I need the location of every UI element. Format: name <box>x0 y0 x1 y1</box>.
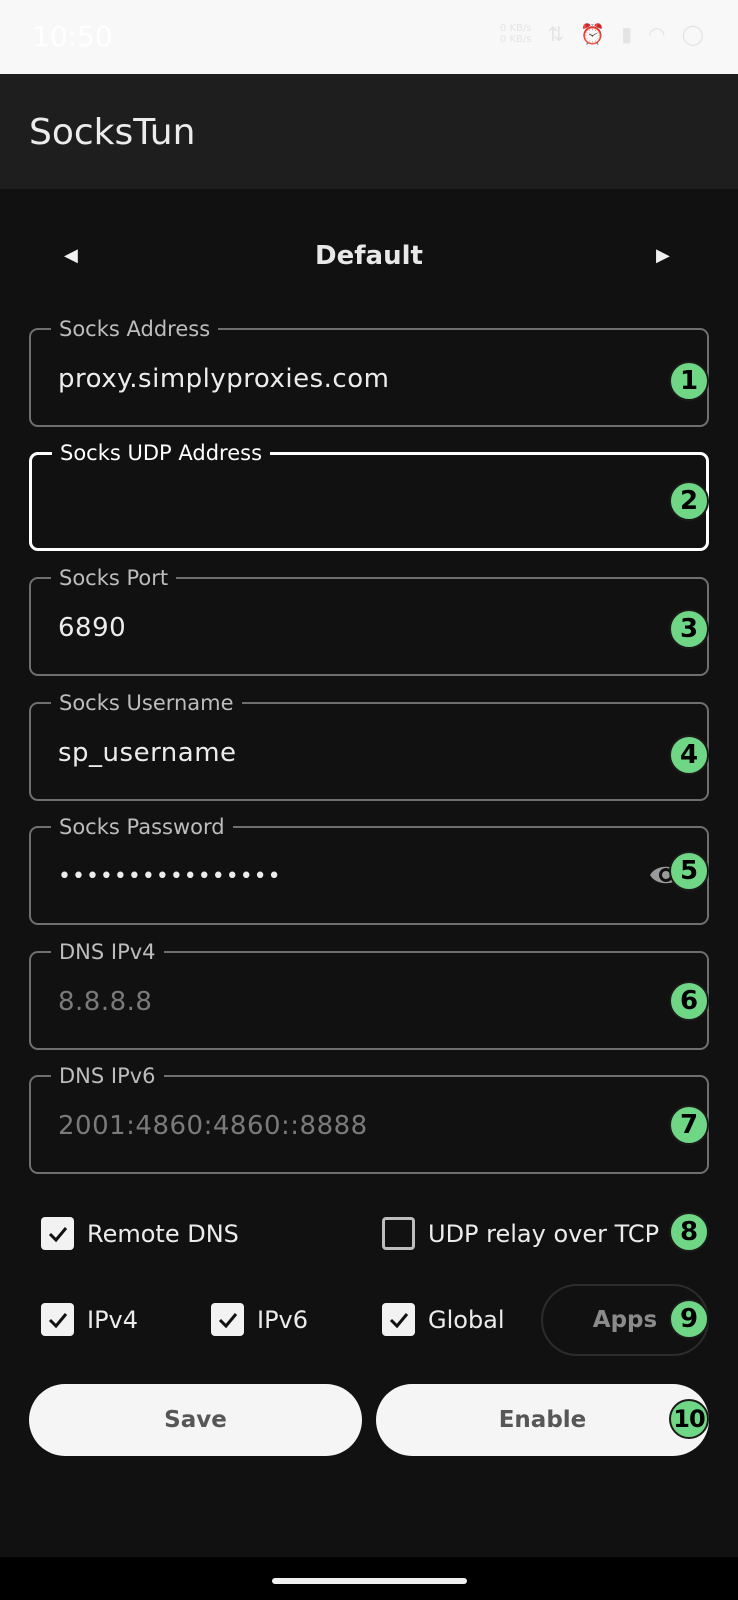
app-title: SocksTun <box>29 112 196 153</box>
dns-ipv6-label: DNS IPv6 <box>51 1063 164 1089</box>
socks-username-label: Socks Username <box>51 690 242 716</box>
dns-ipv6-placeholder: 2001:4860:4860::8888 <box>58 1111 368 1141</box>
data-transfer-icon: ⇅ <box>547 22 565 46</box>
udp-relay-option[interactable]: UDP relay over TCP <box>382 1217 659 1250</box>
annotation-badge-4: 4 <box>669 735 709 775</box>
dns-ipv4-label: DNS IPv4 <box>51 939 164 965</box>
udp-relay-label: UDP relay over TCP <box>428 1219 660 1248</box>
alarm-icon: ⏰ <box>580 22 606 46</box>
dns-ipv4-placeholder: 8.8.8.8 <box>58 987 153 1017</box>
status-bar: 10:50 0 KB/s 0 KB/s ⇅ ⏰ ▮ ◠ ◯ <box>0 0 738 74</box>
socks-username-field[interactable]: Socks Username sp_username <box>29 690 709 801</box>
ipv4-option[interactable]: IPv4 <box>41 1303 138 1336</box>
home-gesture-handle[interactable] <box>272 1578 467 1584</box>
annotation-badge-8: 8 <box>669 1212 709 1252</box>
dns-ipv4-field[interactable]: DNS IPv4 8.8.8.8 <box>29 939 709 1050</box>
status-icons: 0 KB/s 0 KB/s ⇅ ⏰ ▮ ◠ ◯ <box>500 22 704 46</box>
battery-icon: ◯ <box>681 22 704 46</box>
ipv6-option[interactable]: IPv6 <box>211 1303 308 1336</box>
ipv4-label: IPv4 <box>87 1305 139 1334</box>
global-option[interactable]: Global <box>382 1303 505 1336</box>
checkmark-icon <box>48 1312 67 1328</box>
socks-udp-address-label: Socks UDP Address <box>52 440 271 466</box>
checkmark-icon <box>389 1312 408 1328</box>
ipv6-checkbox[interactable] <box>211 1303 244 1336</box>
annotation-badge-10: 10 <box>669 1399 709 1439</box>
net-speed-down: 0 KB/s <box>499 34 532 45</box>
annotation-badge-9: 9 <box>669 1299 709 1339</box>
system-navigation-bar <box>0 1557 738 1600</box>
dns-ipv6-field[interactable]: DNS IPv6 2001:4860:4860::8888 <box>29 1063 709 1174</box>
socks-password-label: Socks Password <box>51 814 233 840</box>
annotation-badge-1: 1 <box>669 361 709 401</box>
ipv4-checkbox[interactable] <box>41 1303 74 1336</box>
checkmark-icon <box>48 1226 67 1242</box>
ipv6-label: IPv6 <box>257 1305 309 1334</box>
socks-udp-address-field[interactable]: Socks UDP Address <box>29 440 709 551</box>
remote-dns-option[interactable]: Remote DNS <box>41 1217 239 1250</box>
socks-username-value: sp_username <box>58 738 237 768</box>
socks-address-value: proxy.simplyproxies.com <box>58 364 390 394</box>
socks-password-field[interactable]: Socks Password •••••••••••••••• <box>29 814 709 925</box>
annotation-badge-3: 3 <box>669 609 709 649</box>
global-label: Global <box>428 1305 505 1334</box>
socks-password-value: •••••••••••••••• <box>58 864 282 889</box>
status-time: 10:50 <box>32 20 113 53</box>
profile-name: Default <box>315 241 423 271</box>
socks-address-field[interactable]: Socks Address proxy.simplyproxies.com <box>29 316 709 427</box>
net-speed-up: 0 KB/s <box>499 23 532 34</box>
enable-button[interactable]: Enable <box>376 1384 709 1456</box>
udp-relay-checkbox[interactable] <box>382 1217 415 1250</box>
signal-icon: ▮ <box>621 22 633 46</box>
annotation-badge-6: 6 <box>669 981 709 1021</box>
next-profile-button[interactable]: ▶ <box>656 245 670 266</box>
annotation-badge-7: 7 <box>669 1105 709 1145</box>
socks-port-field[interactable]: Socks Port 6890 <box>29 565 709 676</box>
socks-port-value: 6890 <box>58 613 127 643</box>
profile-selector: ◀ Default ▶ <box>0 189 738 273</box>
remote-dns-checkbox[interactable] <box>41 1217 74 1250</box>
checkmark-icon <box>218 1312 237 1328</box>
socks-address-label: Socks Address <box>51 316 219 342</box>
remote-dns-label: Remote DNS <box>87 1219 239 1248</box>
global-checkbox[interactable] <box>382 1303 415 1336</box>
save-button[interactable]: Save <box>29 1384 362 1456</box>
wifi-icon: ◠ <box>648 22 666 46</box>
network-speed: 0 KB/s 0 KB/s <box>500 23 532 45</box>
socks-port-label: Socks Port <box>51 565 177 591</box>
annotation-badge-5: 5 <box>669 851 709 891</box>
app-bar: SocksTun <box>0 74 738 189</box>
annotation-badge-2: 2 <box>669 481 709 521</box>
